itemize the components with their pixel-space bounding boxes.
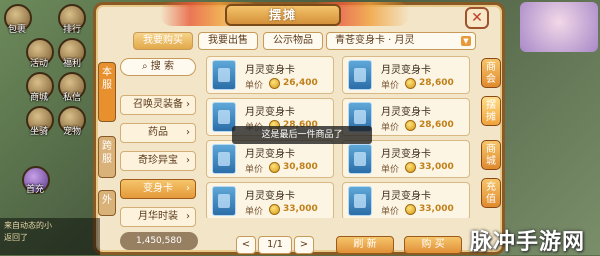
hud-label: 福利 <box>62 59 81 69</box>
item-price: 33,000 <box>419 204 454 214</box>
filter-value: 青苍变身卡 · 月灵 <box>335 35 415 46</box>
chevron-right-icon: › <box>186 127 190 138</box>
category-label: 月华时装 <box>138 211 178 222</box>
currency-value: 1,450,580 <box>136 236 182 246</box>
item-price: 33,000 <box>283 204 318 214</box>
currency-display: 1,450,580 <box>120 232 198 250</box>
item-name: 月灵变身卡 <box>245 107 295 118</box>
coin-icon <box>405 120 416 131</box>
category-item-active[interactable]: 变身卡 › <box>120 179 196 199</box>
item-price: 33,000 <box>419 162 454 172</box>
transform-card-icon <box>348 60 372 90</box>
item-name: 月灵变身卡 <box>381 149 431 160</box>
price-label: 单价 <box>245 81 264 91</box>
item-name: 月灵变身卡 <box>245 65 295 76</box>
item-card[interactable]: 月灵变身卡 单价 33,000 <box>206 182 334 218</box>
item-card[interactable]: 月灵变身卡 单价 26,400 <box>206 56 334 94</box>
coin-icon <box>405 162 416 173</box>
buy-button[interactable]: 购 买 <box>404 236 462 254</box>
search-button[interactable]: ⌕ 搜 索 <box>120 58 196 76</box>
bottom-bar: < 1/1 > 刷 新 购 买 <box>206 236 476 254</box>
hud-label: 私信 <box>62 93 81 103</box>
coin-icon <box>269 162 280 173</box>
next-page-button[interactable]: > <box>294 236 314 254</box>
tab-public-items[interactable]: 公示物品 <box>263 32 323 50</box>
chevron-right-icon: › <box>186 99 190 110</box>
tab-cross-server[interactable]: 跨服 <box>98 136 116 178</box>
price-label: 单价 <box>381 123 400 133</box>
chevron-right-icon: › <box>186 211 190 222</box>
category-label: 药品 <box>148 127 168 138</box>
hud-label: 活动 <box>29 59 48 69</box>
chevron-down-icon: ▼ <box>461 36 471 46</box>
toast-message: 这是最后一件商品了 <box>232 126 372 144</box>
tab-buy[interactable]: 我要购买 <box>133 32 193 50</box>
item-name: 月灵变身卡 <box>381 191 431 202</box>
transform-card-icon <box>212 186 236 216</box>
tab-this-server[interactable]: 本服 <box>98 62 116 122</box>
price-label: 单价 <box>245 165 264 175</box>
transform-card-icon <box>348 186 372 216</box>
item-name: 月灵变身卡 <box>381 107 431 118</box>
page-indicator: 1/1 <box>258 236 292 254</box>
site-watermark: 脉冲手游网 <box>470 230 586 255</box>
hud-label: 排行 <box>62 25 81 35</box>
refresh-button[interactable]: 刷 新 <box>336 236 394 254</box>
search-icon: ⌕ <box>142 61 151 72</box>
close-button[interactable]: ✕ <box>465 7 489 29</box>
chevron-right-icon: › <box>186 155 190 166</box>
chevron-right-icon: › <box>186 183 190 194</box>
category-label: 召唤灵装备 <box>133 99 183 110</box>
price-label: 单价 <box>381 81 400 91</box>
left-hud: 包裹 排行 活动 福利 商城 私信 坐骑 宠物 首充 <box>0 0 92 255</box>
transform-card-icon <box>348 144 372 174</box>
tab-mall[interactable]: 商城 <box>481 140 501 170</box>
transform-card-icon <box>212 60 236 90</box>
hud-label: 包裹 <box>7 25 26 35</box>
item-name: 月灵变身卡 <box>245 191 295 202</box>
tab-sell[interactable]: 我要出售 <box>198 32 258 50</box>
category-item[interactable]: 药品 › <box>120 123 196 143</box>
item-name: 月灵变身卡 <box>381 65 431 76</box>
item-card[interactable]: 月灵变身卡 单价 28,600 <box>342 56 470 94</box>
hud-label: 商城 <box>29 93 48 103</box>
price-label: 单价 <box>381 207 400 217</box>
transform-card-icon <box>212 144 236 174</box>
item-card[interactable]: 月灵变身卡 单价 33,000 <box>342 140 470 178</box>
chat-line: 返回了 <box>4 233 28 242</box>
item-price: 28,600 <box>419 78 454 88</box>
coin-icon <box>405 204 416 215</box>
item-price: 30,800 <box>283 162 318 172</box>
hud-label: 首充 <box>25 185 44 195</box>
coin-icon <box>269 78 280 89</box>
item-price: 26,400 <box>283 78 318 88</box>
search-label: 搜 索 <box>150 61 174 72</box>
price-label: 单价 <box>381 165 400 175</box>
category-item[interactable]: 奇珍异宝 › <box>120 151 196 171</box>
category-label: 奇珍异宝 <box>138 155 178 166</box>
prev-page-button[interactable]: < <box>236 236 256 254</box>
price-label: 单价 <box>245 207 264 217</box>
item-price: 28,600 <box>419 120 454 130</box>
item-card[interactable]: 月灵变身卡 单价 33,000 <box>342 182 470 218</box>
player-avatar[interactable] <box>520 2 598 52</box>
coin-icon <box>405 78 416 89</box>
chat-box[interactable]: 来自动态的小 返回了 <box>0 218 100 255</box>
category-label: 变身卡 <box>143 183 173 194</box>
tab-chamber[interactable]: 商会 <box>481 58 501 88</box>
category-item[interactable]: 月华时装 › <box>120 207 196 227</box>
hud-label: 坐骑 <box>29 127 48 137</box>
tab-recharge[interactable]: 充值 <box>481 178 501 208</box>
tab-stall[interactable]: 摆摊 <box>481 96 501 126</box>
chat-line: 来自动态的小 <box>4 221 52 230</box>
category-item[interactable]: 召唤灵装备 › <box>120 95 196 115</box>
hud-label: 宠物 <box>62 127 81 137</box>
coin-icon <box>269 204 280 215</box>
item-card[interactable]: 月灵变身卡 单价 30,800 <box>206 140 334 178</box>
item-filter-select[interactable]: 青苍变身卡 · 月灵 ▼ <box>326 32 476 50</box>
tab-external[interactable]: 外 <box>98 190 116 216</box>
item-name: 月灵变身卡 <box>245 149 295 160</box>
panel-title: 摆摊 <box>225 4 341 26</box>
